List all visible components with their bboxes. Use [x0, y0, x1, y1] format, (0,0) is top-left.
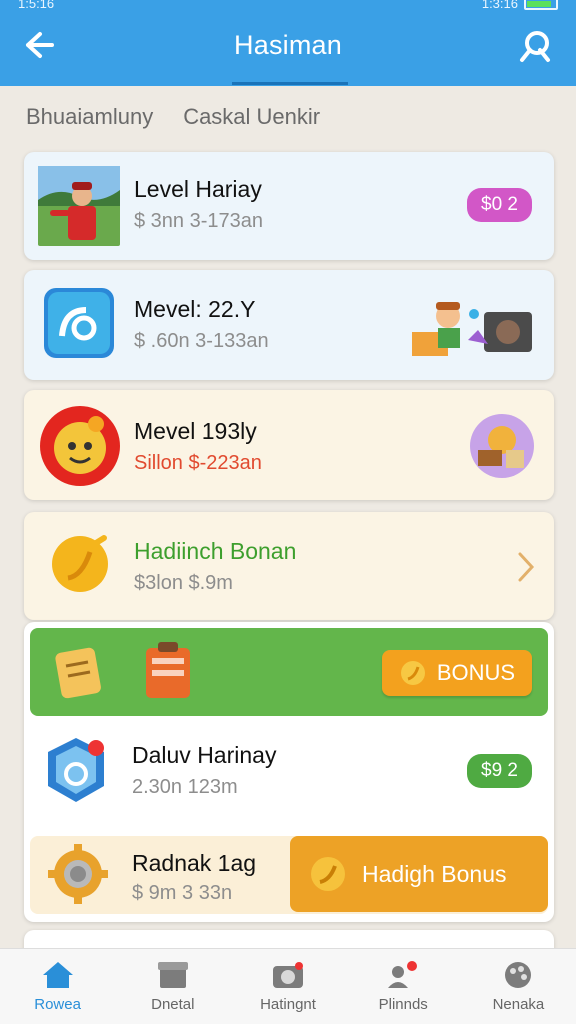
nav-item-nenaka[interactable]: Nenaka	[461, 949, 576, 1024]
home-icon	[42, 962, 73, 988]
shield-icon	[48, 738, 104, 802]
list-card[interactable]: Level Hariay $ 3nn 3-173an $0 2	[24, 152, 554, 260]
row-subtitle: $ 9m 3 33n	[132, 882, 233, 904]
coin-icon	[311, 857, 345, 891]
toys-illustration-icon	[412, 302, 532, 356]
title-underline	[232, 82, 348, 85]
player-thumbnail	[38, 166, 120, 246]
hadigh-bonus-button[interactable]: Hadigh Bonus	[290, 836, 548, 912]
status-bar: 1:5:16 1:3:16	[0, 0, 576, 14]
battery-icon	[524, 0, 558, 10]
bonus-banner: BONUS	[30, 628, 548, 716]
card-title: Level Hariay	[134, 176, 262, 202]
palette-icon	[505, 962, 532, 988]
card-title: Mevel 193ly	[134, 418, 257, 444]
tab-bar: Bhuaiamluny Caskal Uenkir	[0, 86, 576, 148]
list-card[interactable]: Mevel: 22.Y $ .60n 3-133an	[24, 270, 554, 380]
page-title: Hasiman	[234, 30, 342, 60]
card-subtitle: $ 3nn 3-173an	[134, 210, 264, 232]
nav-label: Hatingnt	[260, 996, 316, 1013]
row-title: Daluv Harinay	[132, 742, 277, 768]
list-card[interactable]: Hadiinch Bonan $3lon $.9m	[24, 512, 554, 620]
list-card[interactable]: Mevel 193ly Sillon $-223an	[24, 390, 554, 500]
card-subtitle: Sillon $-223an	[134, 452, 262, 474]
lantern-illustration-icon	[470, 414, 534, 478]
app-logo-icon	[44, 288, 114, 358]
price-badge[interactable]: $0 2	[467, 188, 532, 222]
coin-icon	[52, 535, 108, 592]
note-icon	[55, 647, 101, 699]
card-title: Hadiinch Bonan	[134, 538, 297, 564]
status-time: 1:5:16	[18, 0, 55, 11]
people-icon	[388, 961, 418, 988]
bonus-button-label: BONUS	[436, 660, 516, 685]
nav-label: Rowea	[34, 996, 81, 1013]
nav-label: Dnetal	[151, 996, 195, 1013]
nav-label: Plinnds	[378, 996, 428, 1013]
row-title: Radnak 1ag	[132, 850, 257, 876]
nav-item-hating[interactable]: Hatingnt	[230, 949, 345, 1024]
bottom-nav: Rowea Dnetal Hatingnt Plinnds Nenaka	[0, 948, 576, 1024]
gear-icon	[48, 844, 108, 904]
list-item[interactable]: Radnak 1ag $ 9m 3 33n Hadigh Bonus	[30, 836, 548, 914]
price-badge[interactable]: $9 2	[467, 754, 532, 788]
nav-item-detail[interactable]: Dnetal	[115, 949, 230, 1024]
row-subtitle: 2.30n 123m	[132, 776, 238, 798]
coin-icon	[400, 661, 425, 685]
bonus-section: BONUS Daluv Harinay 2.30n 123m $9 2 Radn…	[24, 622, 554, 922]
hadigh-bonus-label: Hadigh Bonus	[362, 860, 507, 887]
chevron-right-icon[interactable]	[516, 550, 536, 584]
search-icon[interactable]	[518, 28, 554, 64]
mascot-icon	[40, 406, 120, 486]
nav-label: Nenaka	[492, 996, 545, 1013]
tab-caskal-uenkir[interactable]: Caskal Uenkir	[183, 104, 320, 130]
tab-bhuaiamluny[interactable]: Bhuaiamluny	[26, 104, 153, 130]
clipboard-icon	[146, 642, 190, 698]
card-subtitle: $ .60n 3-133an	[134, 330, 269, 352]
bonus-button[interactable]: BONUS	[382, 650, 532, 696]
nav-item-home[interactable]: Rowea	[0, 949, 115, 1024]
card-title: Mevel: 22.Y	[134, 296, 256, 322]
camera-icon	[273, 962, 303, 988]
box-icon	[157, 962, 188, 988]
card-subtitle: $3lon $.9m	[134, 572, 233, 594]
status-time-right: 1:3:16	[481, 0, 518, 11]
app-bar: 1:5:16 1:3:16 Hasiman	[0, 0, 576, 86]
nav-item-plinnds[interactable]: Plinnds	[346, 949, 461, 1024]
